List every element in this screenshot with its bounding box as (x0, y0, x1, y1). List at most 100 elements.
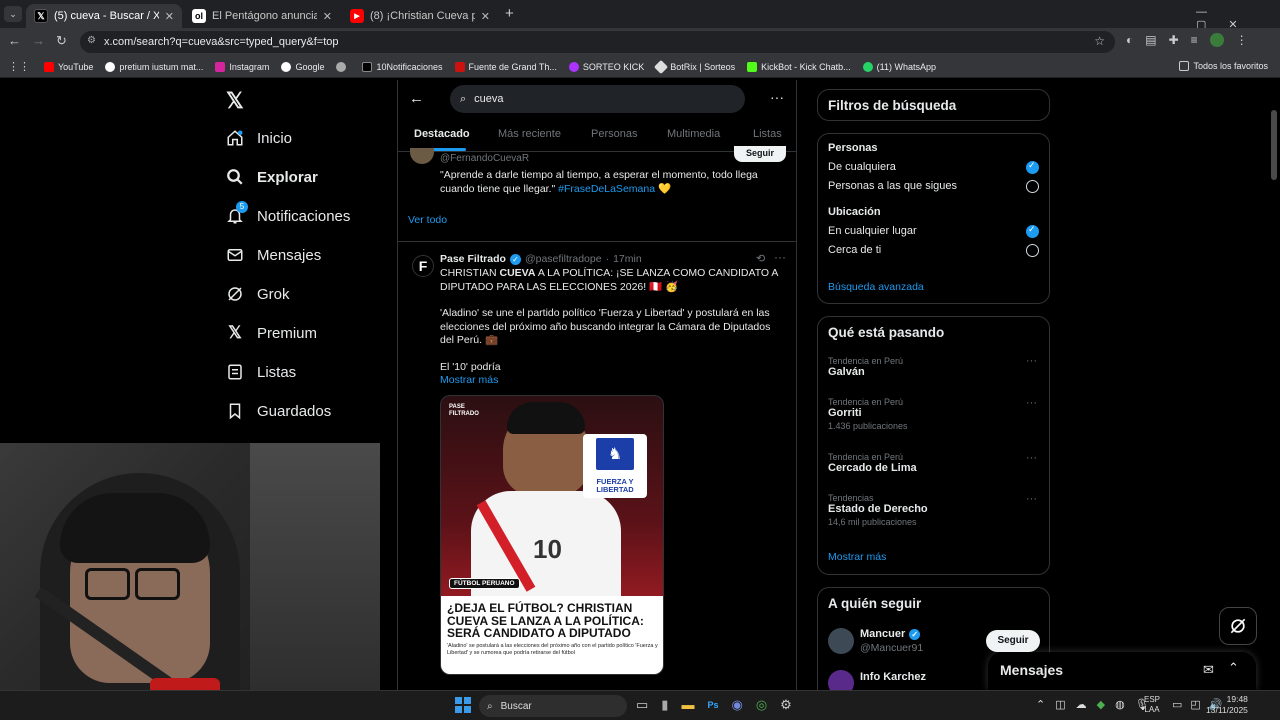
address-bar[interactable]: ⚙ x.com/search?q=cueva&src=typed_query&f… (80, 31, 1115, 53)
close-icon[interactable]: ✕ (323, 10, 332, 23)
photoshop-icon[interactable]: Ps (707, 697, 718, 713)
more-options-icon[interactable]: ··· (1026, 452, 1037, 464)
star-icon[interactable]: ☆ (1094, 34, 1105, 48)
app-icon[interactable]: ◫ (1055, 698, 1065, 711)
avatar[interactable] (410, 148, 434, 164)
nav-notifications[interactable]: 5 Notificaciones (226, 201, 350, 225)
playlist-icon[interactable]: ≡ (1191, 33, 1198, 47)
tab-destacado[interactable]: Destacado (414, 128, 470, 140)
grok-floating-button[interactable] (1219, 607, 1257, 645)
trend-item[interactable]: Tendencia en Perú Gorriti 1.436 publicacio… (828, 397, 908, 431)
nav-grok[interactable]: Grok (226, 285, 290, 303)
trend-item[interactable]: Tendencia en Perú Galván (828, 356, 903, 378)
more-options-icon[interactable]: ··· (1026, 397, 1037, 409)
app-icon[interactable]: ◆ (1097, 698, 1105, 711)
reload-icon[interactable]: ↻ (56, 33, 67, 49)
tab-multimedia[interactable]: Multimedia (667, 128, 720, 140)
chrome-icon[interactable]: ◎ (756, 697, 767, 713)
more-options-icon[interactable]: ··· (1026, 493, 1037, 505)
menu-icon[interactable]: ⋮ (1236, 33, 1248, 47)
show-more-trends-link[interactable]: Mostrar más (828, 551, 886, 563)
filter-option-label[interactable]: De cualquiera (828, 161, 896, 173)
bookmark-10notificaciones[interactable]: 10Notificaciones (362, 61, 443, 72)
extension-icon[interactable]: ◐ (1126, 33, 1133, 47)
nav-messages[interactable]: Mensajes (226, 246, 321, 264)
taskbar-clock[interactable]: 19:48 13/11/2025 (1206, 694, 1248, 716)
tweet-author[interactable]: Pase Filtrado (440, 253, 506, 265)
tab-mas-reciente[interactable]: Más reciente (498, 128, 561, 140)
radio-cerca-de-ti[interactable] (1026, 244, 1039, 257)
file-explorer-icon[interactable]: ▬ (681, 697, 694, 713)
radio-cualquier-lugar[interactable]: ✓ (1026, 224, 1039, 238)
new-tab-button[interactable]: + (505, 5, 514, 22)
page-scrollbar[interactable] (1271, 110, 1277, 180)
search-input[interactable]: ⌕ cueva (450, 85, 745, 113)
avatar[interactable] (828, 628, 854, 654)
back-arrow-icon[interactable]: ← (409, 90, 424, 107)
browser-tab-x[interactable]: 𝕏 (5) cueva - Buscar / X ✕ (26, 4, 182, 28)
tweet-handle[interactable]: @FernandoCuevaR (440, 153, 529, 164)
follow-button[interactable]: Seguir (986, 630, 1040, 652)
ver-todo-link[interactable]: Ver todo (408, 214, 447, 226)
bookmark-kickbot[interactable]: KickBot - Kick Chatb... (747, 61, 851, 72)
avatar[interactable]: F (412, 255, 434, 277)
tweet-time[interactable]: 17min (613, 253, 642, 265)
extension-icon[interactable]: ▤ (1145, 33, 1156, 47)
more-options-icon[interactable]: ··· (1026, 355, 1037, 367)
tab-personas[interactable]: Personas (591, 128, 637, 140)
app-icon[interactable]: ◍ (1115, 698, 1125, 711)
radio-personas-sigues[interactable] (1026, 180, 1039, 193)
taskbar-search[interactable]: ⌕ Buscar (479, 695, 627, 717)
more-options-icon[interactable]: ··· (770, 89, 784, 105)
bookmark-whatsapp[interactable]: (11) WhatsApp (862, 61, 936, 72)
bookmark-instagram[interactable]: Instagram (215, 61, 269, 72)
user-handle[interactable]: @Mancuer91 (860, 642, 923, 654)
nav-explore[interactable]: Explorar (226, 168, 318, 186)
bookmark-google[interactable]: Google (281, 61, 324, 72)
nav-home[interactable]: Inicio (226, 129, 292, 147)
trend-item[interactable]: Tendencia en Perú Cercado de Lima (828, 452, 917, 474)
windows-start-icon[interactable] (455, 697, 471, 713)
tab-listas[interactable]: Listas (753, 128, 782, 140)
bookmark-botrix[interactable]: BotRix | Sorteos (654, 59, 735, 74)
site-info-icon[interactable]: ⚙ (87, 35, 96, 46)
extension-icons[interactable]: ◐ ▤ ✚ ≡ ⋮ (1126, 33, 1248, 47)
apps-icon[interactable]: ⋮⋮ (8, 60, 30, 73)
tweet-image[interactable]: PASE FILTRADO 10 ♞ FUERZA Y LIBERTAD FÚT… (440, 395, 664, 675)
follow-button[interactable]: Seguir (734, 146, 786, 162)
advanced-search-link[interactable]: Búsqueda avanzada (828, 281, 924, 293)
puzzle-icon[interactable]: ✚ (1169, 33, 1179, 47)
back-icon[interactable]: ← (8, 33, 21, 48)
bookmark-sorteo-kick[interactable]: SORTEO KICK (568, 61, 644, 72)
radio-de-cualquiera[interactable]: ✓ (1026, 160, 1039, 174)
user-name[interactable]: Info Karchez (860, 671, 926, 683)
messages-drawer[interactable]: Mensajes ✉ ⌃ (988, 652, 1256, 690)
avatar[interactable] (1209, 33, 1224, 47)
tab-search-button[interactable]: ⌄ (4, 6, 22, 22)
nav-bookmarks[interactable]: Guardados (226, 402, 331, 420)
nav-lists[interactable]: Listas (226, 363, 296, 381)
grok-icon[interactable]: ⟲ (756, 252, 765, 265)
cloud-icon[interactable]: ☁ (1076, 698, 1087, 711)
show-more-link[interactable]: Mostrar más (440, 374, 785, 388)
tweet-handle[interactable]: @pasefiltradope (525, 253, 602, 265)
new-message-icon[interactable]: ✉ (1203, 662, 1214, 678)
close-icon[interactable]: ✕ (481, 10, 490, 23)
filter-option-label[interactable]: En cualquier lugar (828, 225, 917, 237)
more-options-icon[interactable]: ··· (774, 250, 786, 264)
language-indicator[interactable]: ESP LAA (1144, 695, 1160, 715)
chevron-up-icon[interactable]: ⌃ (1036, 698, 1045, 711)
close-icon[interactable]: ✕ (165, 10, 174, 23)
tweet-actions[interactable] (440, 683, 790, 689)
hashtag-link[interactable]: #FraseDeLaSemana (558, 183, 655, 195)
task-view-icon[interactable]: ▭ (636, 697, 648, 713)
chevron-up-icon[interactable]: ⌃ (1228, 660, 1239, 676)
filter-option-label[interactable]: Cerca de ti (828, 244, 881, 256)
trend-item[interactable]: Tendencias Estado de Derecho 14,6 mil publ… (828, 493, 928, 527)
app-icon[interactable]: ⚙ (780, 697, 792, 713)
bookmark-youtube[interactable]: YouTube (44, 61, 93, 72)
nav-premium[interactable]: 𝕏 Premium (226, 323, 317, 342)
bookmark-pretium[interactable]: pretium iustum mat... (105, 61, 203, 72)
x-logo-icon[interactable]: 𝕏 (226, 88, 244, 114)
bookmark-globe[interactable] (336, 61, 350, 72)
